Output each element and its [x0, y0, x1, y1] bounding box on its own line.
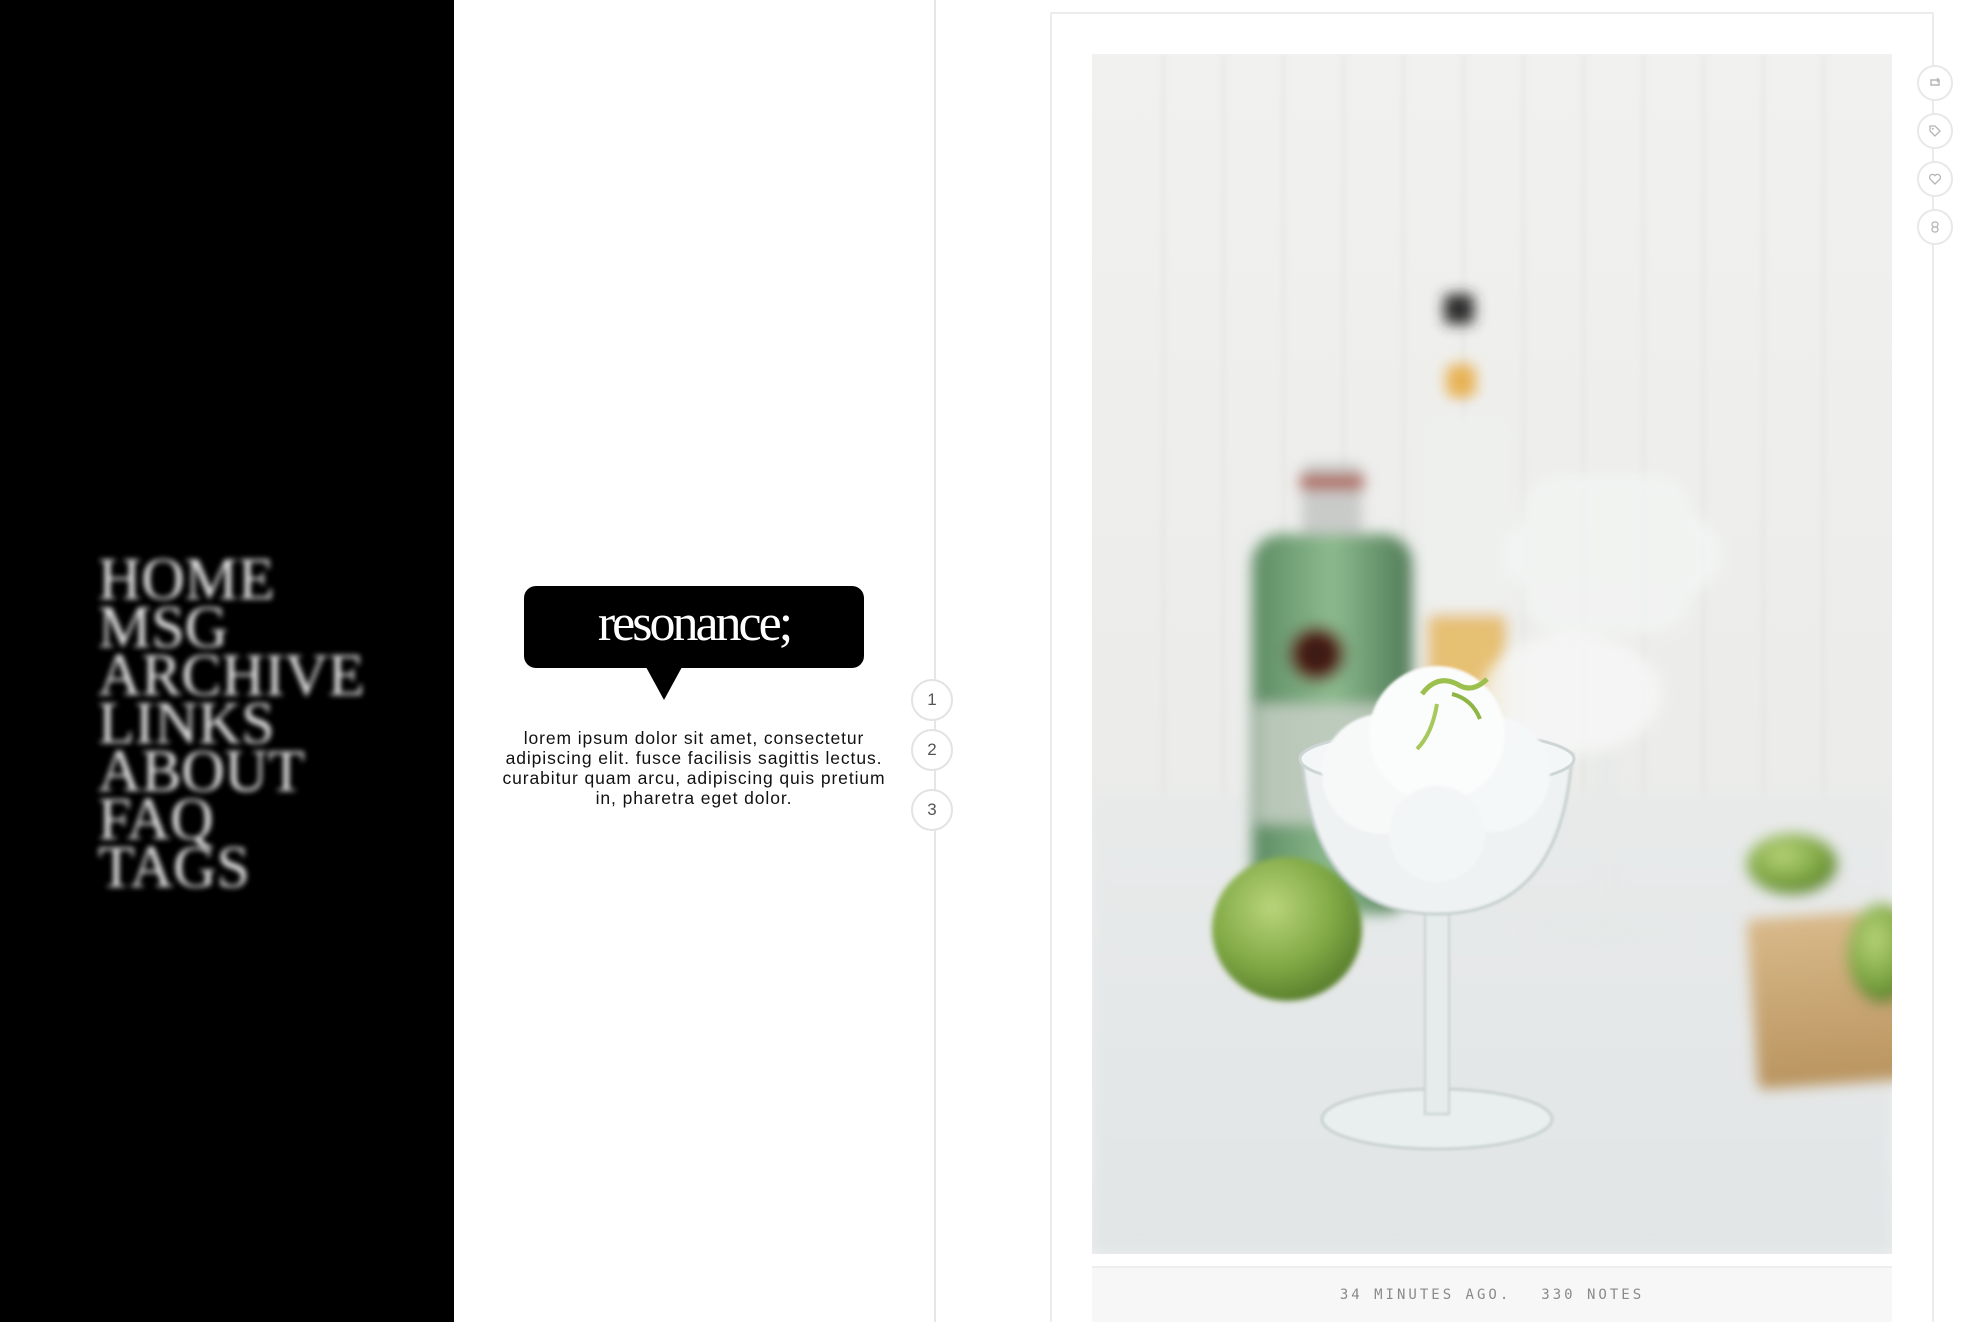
main-nav: Home Msg Archive Links About FAQ Tags — [98, 549, 365, 897]
post-notes-link[interactable]: 330 notes — [1541, 1287, 1644, 1303]
post-photo-illustration — [1092, 54, 1892, 1254]
blog-info: resonance; lorem ipsum dolor sit amet, c… — [454, 0, 934, 1322]
blog-title[interactable]: resonance; — [598, 598, 793, 650]
nav-item-tags[interactable]: Tags — [98, 837, 365, 897]
sidebar: Home Msg Archive Links About FAQ Tags — [0, 0, 454, 1322]
tag-icon — [1929, 125, 1941, 137]
page-link-2[interactable]: 2 — [911, 729, 953, 771]
page-link-1[interactable]: 1 — [911, 679, 953, 721]
title-bubble: resonance; — [524, 586, 864, 668]
reblog-icon — [1930, 77, 1940, 86]
reblog-button[interactable] — [1917, 65, 1953, 101]
like-button[interactable] — [1917, 161, 1953, 197]
page: Home Msg Archive Links About FAQ Tags re… — [0, 0, 1986, 1322]
blog-description: lorem ipsum dolor sit amet, consectetur … — [502, 728, 886, 808]
page-link-3[interactable]: 3 — [911, 789, 953, 831]
post-photo[interactable] — [1092, 54, 1892, 1254]
tags-button[interactable] — [1917, 113, 1953, 149]
column-divider — [934, 0, 936, 1322]
title-bubble-tail — [646, 667, 682, 700]
post-meta: 34 minutes ago. 330 notes — [1092, 1266, 1892, 1322]
heart-icon — [1929, 173, 1941, 185]
post-timestamp-link[interactable]: 34 minutes ago. — [1340, 1287, 1511, 1303]
permalink-button[interactable] — [1917, 209, 1953, 245]
link-icon — [1931, 221, 1939, 233]
